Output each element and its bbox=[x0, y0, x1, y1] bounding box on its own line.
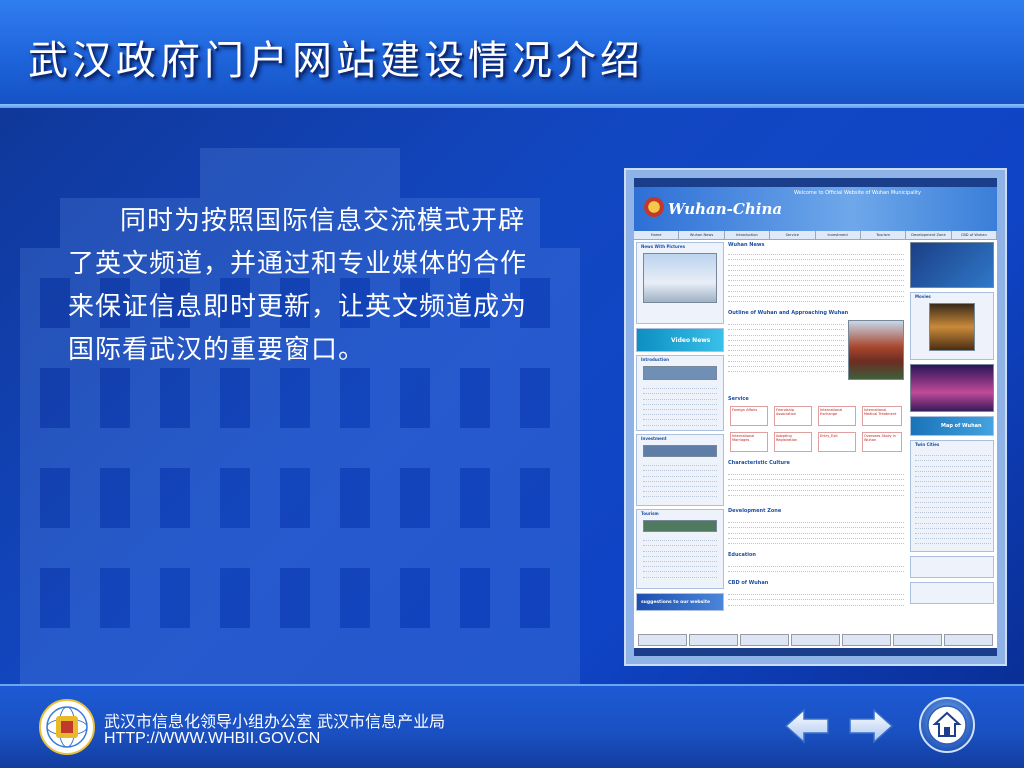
footer-url: HTTP://WWW.WHBII.GOV.CN bbox=[104, 730, 321, 747]
tourism-box: Tourism bbox=[636, 509, 724, 589]
introduction-box: Introduction bbox=[636, 355, 724, 431]
tourism-photo bbox=[643, 520, 717, 532]
arrow-left-icon[interactable] bbox=[784, 708, 830, 744]
service-cell: Entry_Exit bbox=[818, 432, 856, 452]
news-pictures-heading: News With Pictures bbox=[641, 244, 685, 249]
suggestions-banner: suggestions to our website bbox=[636, 593, 724, 611]
background-building-image bbox=[20, 148, 580, 684]
service-cell: Adopting Registration bbox=[774, 432, 812, 452]
slide-header: 武汉政府门户网站建设情况介绍 bbox=[0, 0, 1024, 108]
slide-footer: 武汉市信息化领导小组办公室 武汉市信息产业局 HTTP://WWW.WHBII.… bbox=[0, 684, 1024, 768]
body-paragraph: 同时为按照国际信息交流模式开辟了英文频道，并通过和专业媒体的合作来保证信息即时更… bbox=[68, 206, 528, 365]
map-banner: Map of Wuhan bbox=[910, 416, 994, 436]
service-cell: International Exchange bbox=[818, 406, 856, 426]
site-nav-item: Wuhan News bbox=[679, 231, 725, 239]
devzone-list bbox=[728, 518, 904, 544]
video-news-label: Video News bbox=[671, 337, 711, 344]
introduction-links bbox=[643, 384, 717, 426]
tourism-links bbox=[643, 536, 717, 578]
culture-heading: Characteristic Culture bbox=[728, 460, 790, 466]
cbd-heading: CBD of Wuhan bbox=[728, 580, 769, 586]
slide-body: 同时为按照国际信息交流模式开辟了英文频道，并通过和专业媒体的合作来保证信息即时更… bbox=[0, 108, 1024, 684]
home-icon[interactable] bbox=[918, 696, 976, 754]
wuhan-news-list bbox=[728, 250, 904, 302]
service-cell: International Marriages bbox=[730, 432, 768, 452]
site-nav-item: Tourism bbox=[861, 231, 907, 239]
slide-title: 武汉政府门户网站建设情况介绍 bbox=[28, 38, 644, 84]
partner-logos bbox=[634, 634, 997, 646]
footer-organization: 武汉市信息化领导小组办公室 武汉市信息产业局 bbox=[104, 712, 446, 731]
education-heading: Education bbox=[728, 552, 756, 558]
tourism-heading: Tourism bbox=[641, 511, 659, 516]
site-welcome: Welcome to Official Website of Wuhan Mun… bbox=[794, 190, 921, 196]
investment-box: Investment bbox=[636, 434, 724, 506]
site-footer bbox=[634, 648, 997, 656]
website-screenshot-content: Wuhan-China Welcome to Official Website … bbox=[634, 178, 997, 656]
partner-logo bbox=[842, 634, 891, 646]
org-emblem-icon bbox=[39, 699, 95, 755]
yellow-crane-tower-photo bbox=[848, 320, 904, 380]
partner-logo bbox=[944, 634, 993, 646]
site-nav: Home Wuhan News Introduction Service Inv… bbox=[634, 231, 997, 240]
site-nav-item: Home bbox=[634, 231, 680, 239]
site-nav-item: Development Zone bbox=[906, 231, 952, 239]
site-name: Wuhan-China bbox=[668, 200, 783, 218]
partner-logo bbox=[893, 634, 942, 646]
partner-logo bbox=[638, 634, 687, 646]
partner-logo bbox=[689, 634, 738, 646]
service-heading: Service bbox=[728, 396, 749, 402]
twin-cities-box: Twin Cities bbox=[910, 440, 994, 552]
education-list bbox=[728, 562, 904, 573]
national-emblem-icon bbox=[644, 197, 664, 217]
investment-photo bbox=[643, 445, 717, 457]
investment-links bbox=[643, 461, 717, 498]
service-cell: Overseas Study in Wuhan bbox=[862, 432, 902, 452]
culture-list bbox=[728, 470, 904, 496]
twin-cities-list bbox=[915, 451, 991, 545]
site-nav-item: Introduction bbox=[725, 231, 771, 239]
institutions-box bbox=[910, 582, 994, 604]
service-cell: Foreign Affairs bbox=[730, 406, 768, 426]
introduction-photo bbox=[643, 366, 717, 380]
news-photo bbox=[643, 253, 717, 303]
site-nav-item: CBD of Wuhan bbox=[952, 231, 997, 239]
outline-heading: Outline of Wuhan and Approaching Wuhan bbox=[728, 310, 849, 316]
video-news-banner: Video News bbox=[636, 328, 724, 352]
movies-box: Movies bbox=[910, 292, 994, 360]
other-cities-box bbox=[910, 556, 994, 578]
movie-poster bbox=[929, 303, 975, 351]
site-banner: Wuhan-China Welcome to Official Website … bbox=[634, 187, 997, 231]
partner-logo bbox=[740, 634, 789, 646]
investment-heading: Investment bbox=[641, 436, 667, 441]
movies-heading: Movies bbox=[915, 294, 931, 299]
international-banner bbox=[910, 242, 994, 288]
site-topbar bbox=[634, 178, 997, 187]
twin-cities-heading: Twin Cities bbox=[915, 442, 940, 447]
partner-logo bbox=[791, 634, 840, 646]
site-nav-item: Investment bbox=[816, 231, 861, 239]
entertainment-photo bbox=[910, 364, 994, 412]
map-label: Map of Wuhan bbox=[941, 423, 982, 429]
site-nav-item: Service bbox=[770, 231, 816, 239]
introduction-heading: Introduction bbox=[641, 357, 669, 362]
cbd-list bbox=[728, 590, 904, 606]
wuhan-news-heading: Wuhan News bbox=[728, 242, 765, 248]
outline-text bbox=[728, 320, 844, 372]
website-screenshot: Wuhan-China Welcome to Official Website … bbox=[624, 168, 1007, 666]
service-cell: Friendship Association bbox=[774, 406, 812, 426]
arrow-right-icon[interactable] bbox=[848, 708, 894, 744]
devzone-heading: Development Zone bbox=[728, 508, 782, 514]
suggestions-label: suggestions to our website bbox=[641, 600, 711, 605]
news-pictures-box: News With Pictures bbox=[636, 242, 724, 324]
service-cell: International Medical Treatment bbox=[862, 406, 902, 426]
